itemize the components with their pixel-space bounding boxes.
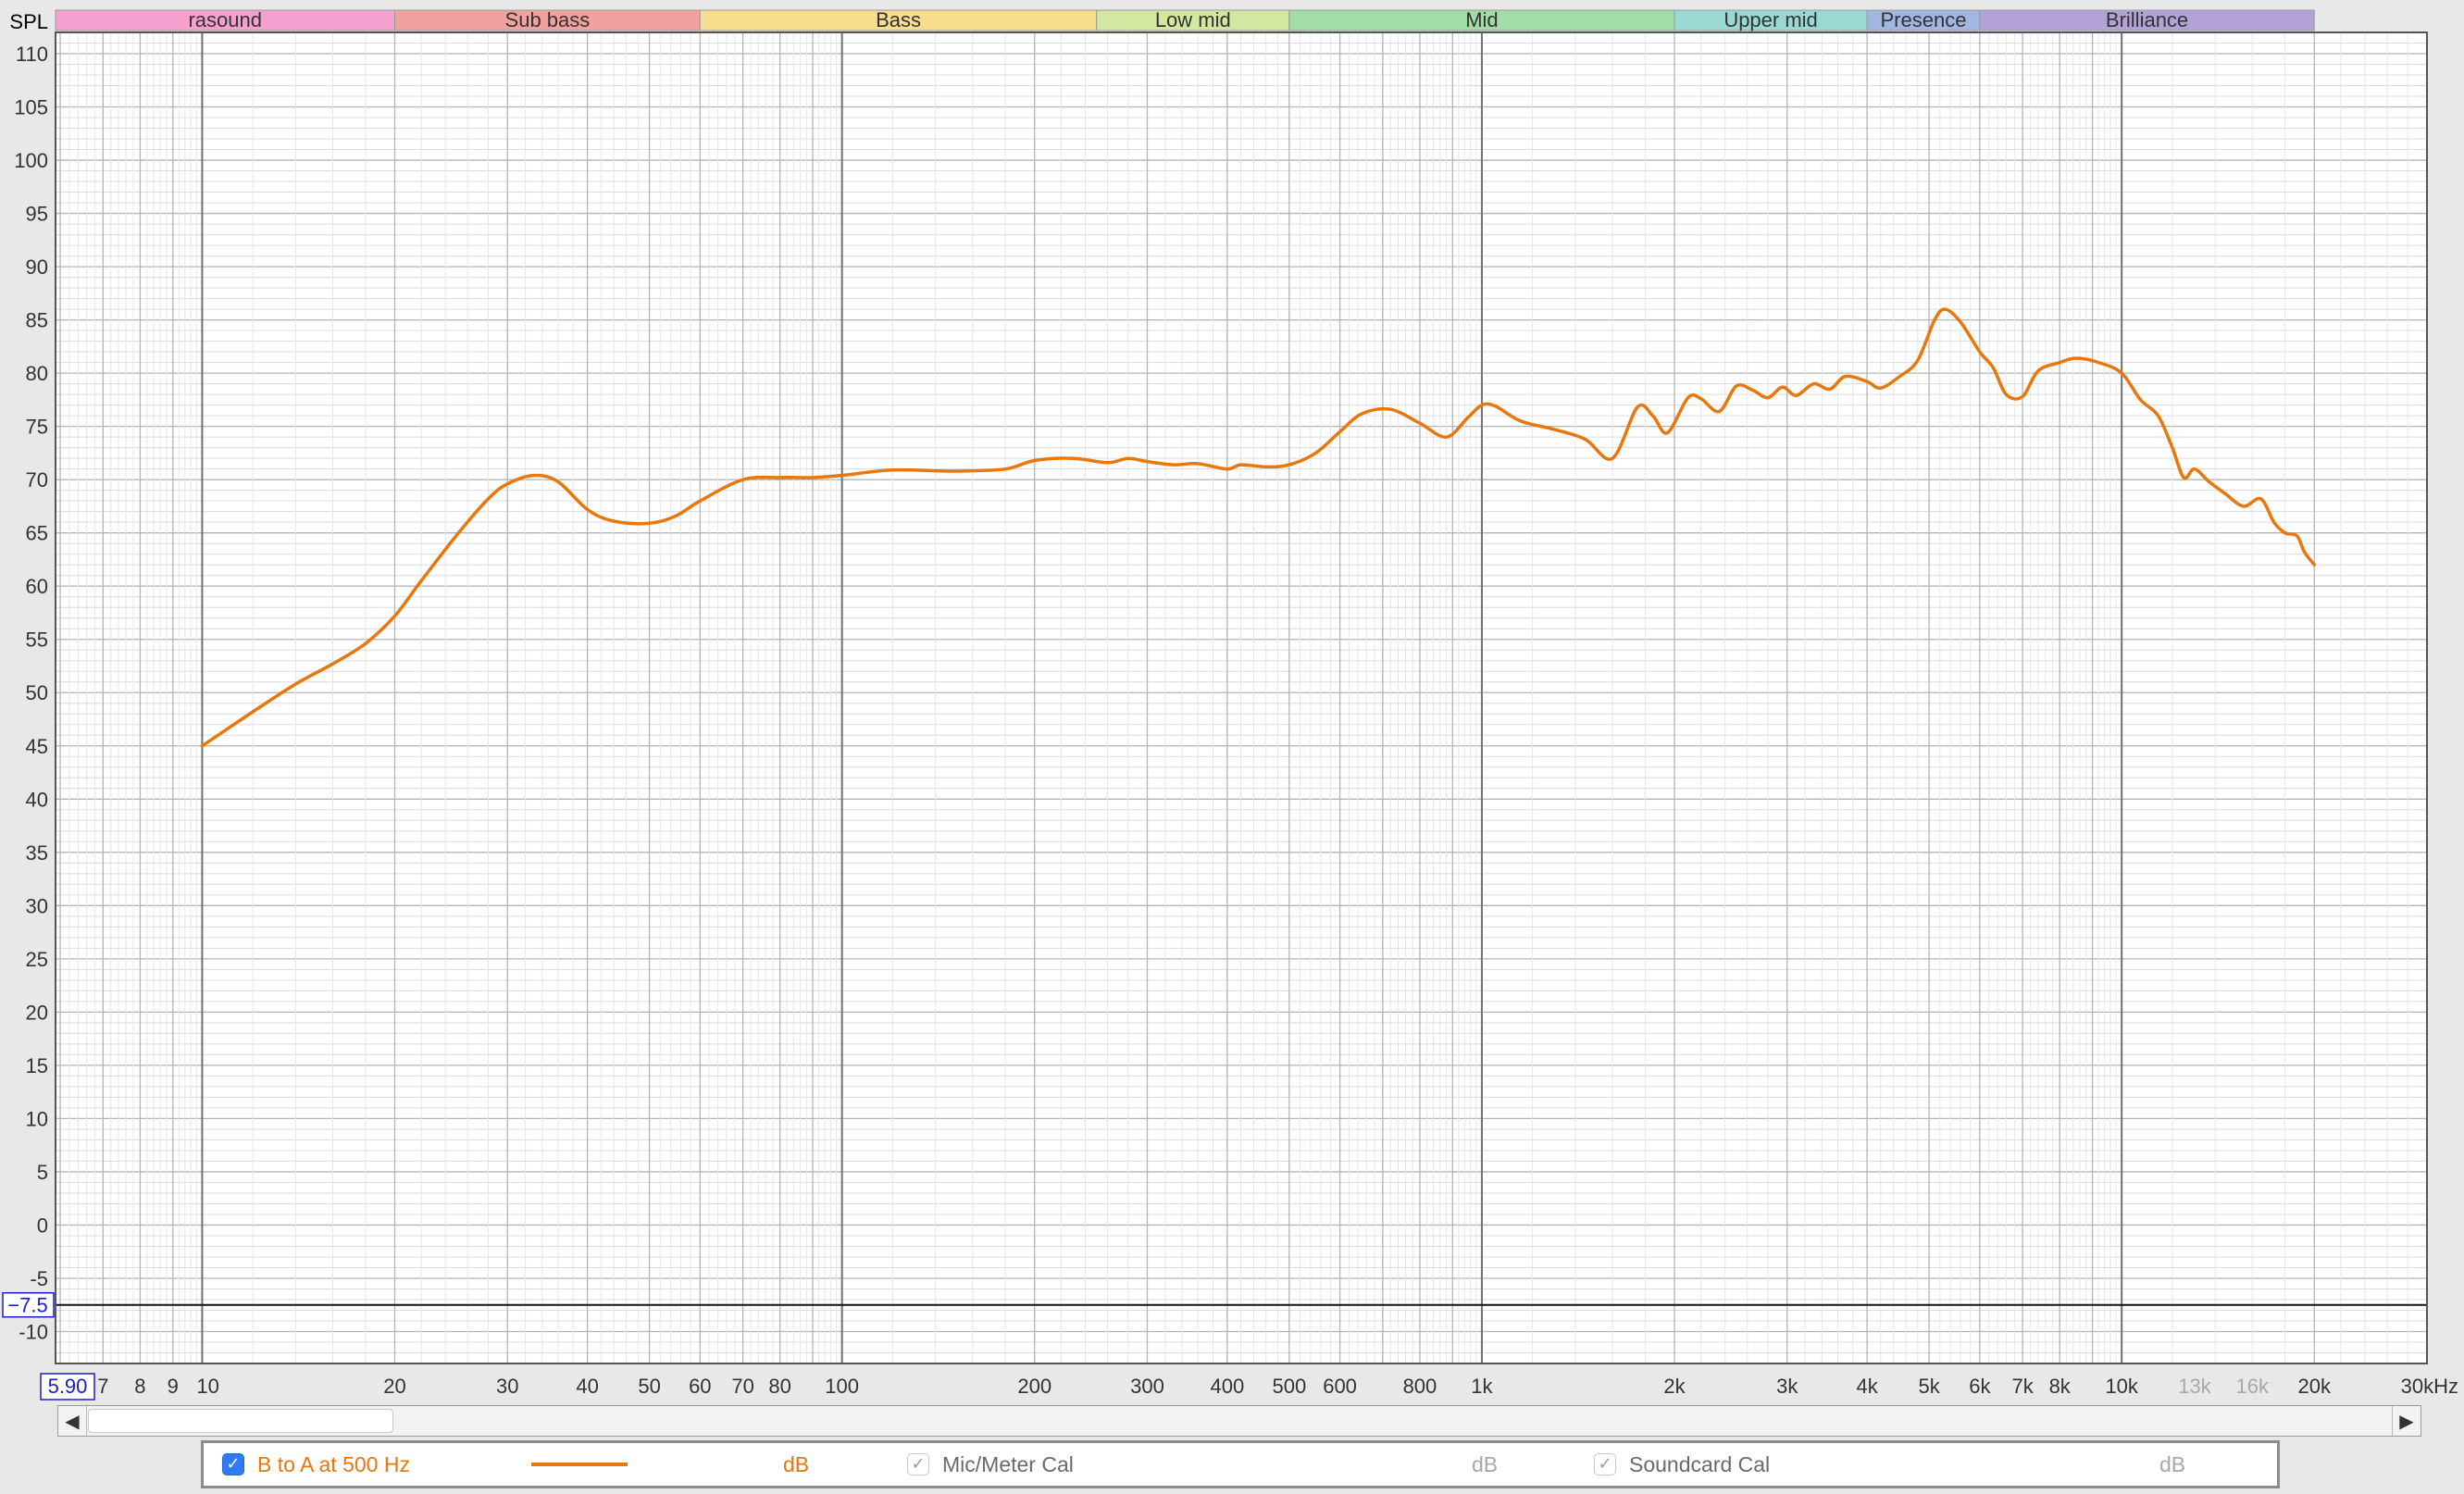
legend-unit-soundcard-cal: dB (2159, 1451, 2186, 1476)
x-tick-label: 7 (97, 1375, 108, 1398)
x-tick-label: 30kHz (2401, 1375, 2458, 1398)
y-tick-label: 50 (26, 681, 48, 704)
band-label: rasound (188, 8, 262, 31)
y-tick-label: 95 (26, 203, 48, 226)
band-label: Mid (1465, 8, 1498, 31)
y-tick-label: 10 (26, 1107, 48, 1130)
triangle-left-icon: ◀ (65, 1410, 80, 1432)
x-tick-label: 40 (576, 1375, 598, 1398)
y-tick-label: 35 (26, 841, 48, 865)
x-tick-label: 20 (383, 1375, 405, 1398)
checkmark-icon: ✓ (911, 1454, 926, 1474)
x-tick-label: 13k (2178, 1375, 2211, 1398)
y-tick-label: -10 (19, 1320, 48, 1343)
band-label: Brilliance (2106, 8, 2188, 31)
x-tick-label: 500 (1272, 1375, 1306, 1398)
y-tick-label: 100 (14, 149, 48, 172)
x-tick-label: 4k (1856, 1375, 1878, 1398)
y-tick-label: 40 (26, 788, 48, 811)
checkmark-icon: ✓ (226, 1454, 241, 1474)
x-tick-label: 16k (2236, 1375, 2270, 1398)
y-tick-label: 105 (14, 96, 48, 119)
frequency-response-chart: rasound Sub bass Bass Low mid Mid Upper mid Pr… (2, 8, 2458, 1401)
x-tick-label: 200 (1017, 1375, 1052, 1398)
y-tick-label: 25 (26, 948, 48, 971)
y-tick-label: 70 (26, 468, 48, 492)
measurement-checkbox[interactable]: ✓ (222, 1453, 244, 1475)
y-tick-label: 20 (26, 1001, 48, 1024)
y-tick-label: 65 (26, 522, 48, 545)
legend-label-soundcard-cal: Soundcard Cal (1629, 1451, 1771, 1476)
y-tick-label: 30 (26, 894, 48, 917)
plot-area (56, 32, 2427, 1363)
scroll-right-button[interactable]: ▶ (2392, 1406, 2420, 1436)
checkmark-icon: ✓ (1598, 1454, 1612, 1474)
x-tick-label: 3k (1776, 1375, 1798, 1398)
x-tick-label: 70 (731, 1375, 753, 1398)
y-tick-label: 45 (26, 735, 48, 758)
legend-unit-mic-cal: dB (1472, 1451, 1499, 1476)
triangle-right-icon: ▶ (2399, 1410, 2414, 1432)
y-tick-label: 110 (16, 43, 48, 66)
x-tick-label: 10 (196, 1375, 218, 1398)
band-label: Sub bass (505, 8, 591, 31)
x-tick-label: 8 (134, 1375, 145, 1398)
x-tick-label: 100 (825, 1375, 859, 1398)
legend-entry-soundcard-cal[interactable]: ✓ Soundcard Cal (1594, 1443, 1770, 1486)
x-tick-label: 20k (2298, 1375, 2332, 1398)
band-label: Low mid (1155, 8, 1231, 31)
x-tick-label: 400 (1210, 1375, 1244, 1398)
y-axis-tick-labels: 1101051009590858075706560555045403530252… (14, 43, 48, 1343)
x-tick-label: 5k (1918, 1375, 1940, 1398)
mic-cal-checkbox[interactable]: ✓ (907, 1453, 929, 1475)
legend-line-swatch (531, 1463, 628, 1466)
y-tick-label: 55 (26, 629, 48, 652)
legend: ✓ B to A at 500 Hz dB ✓ Mic/Meter Cal dB… (201, 1440, 2280, 1488)
x-tick-label: 2k (1663, 1375, 1686, 1398)
y-marker-label[interactable]: −7.5 (2, 1291, 55, 1318)
y-tick-label: 5 (37, 1161, 48, 1184)
band-label: Bass (876, 8, 921, 31)
scroll-thumb[interactable] (88, 1409, 393, 1433)
x-tick-label: 60 (689, 1375, 711, 1398)
x-tick-label: 1k (1471, 1375, 1493, 1398)
y-tick-label: -5 (30, 1267, 48, 1290)
y-tick-label: 90 (26, 255, 48, 279)
y-tick-label: 15 (26, 1054, 48, 1077)
x-tick-label: 30 (496, 1375, 518, 1398)
horizontal-scrollbar[interactable]: ◀ ▶ (57, 1405, 2421, 1437)
y-tick-label: 0 (37, 1214, 48, 1237)
x-start-label-text: 5.90 (48, 1375, 88, 1398)
y-marker-label-text: −7.5 (7, 1294, 47, 1317)
y-axis-label: SPL (9, 10, 48, 33)
band-label: Upper mid (1724, 8, 1817, 31)
x-tick-label: 80 (768, 1375, 790, 1398)
y-tick-label: 60 (26, 575, 48, 598)
x-tick-label: 10k (2105, 1375, 2138, 1398)
x-tick-label: 6k (1969, 1375, 1991, 1398)
x-axis-tick-labels: 7 8 9 10 20 30 40 50 60 70 80 100 200 300 400 500 600 800… (97, 1375, 2458, 1398)
legend-entry-measurement[interactable]: ✓ B to A at 500 Hz (222, 1443, 410, 1486)
x-tick-label: 7k (2011, 1375, 2034, 1398)
x-start-label[interactable]: 5.90 (40, 1373, 95, 1401)
legend-label-mic-cal: Mic/Meter Cal (942, 1451, 1074, 1476)
scroll-left-button[interactable]: ◀ (58, 1406, 87, 1436)
x-tick-label: 9 (168, 1375, 179, 1398)
soundcard-cal-checkbox[interactable]: ✓ (1594, 1453, 1616, 1475)
legend-entry-mic-cal[interactable]: ✓ Mic/Meter Cal (907, 1443, 1074, 1486)
band-label: Presence (1880, 8, 1966, 31)
legend-label-measurement: B to A at 500 Hz (257, 1451, 410, 1476)
x-tick-label: 300 (1130, 1375, 1164, 1398)
y-tick-label: 75 (26, 416, 48, 439)
legend-unit-measurement: dB (783, 1451, 810, 1476)
frequency-bands: rasound Sub bass Bass Low mid Mid Upper mid Pr… (55, 8, 2315, 31)
y-tick-label: 85 (26, 309, 48, 332)
x-tick-label: 50 (638, 1375, 660, 1398)
x-tick-label: 8k (2049, 1375, 2072, 1398)
x-tick-label: 800 (1403, 1375, 1437, 1398)
y-tick-label: 80 (26, 362, 48, 385)
x-tick-label: 600 (1323, 1375, 1357, 1398)
